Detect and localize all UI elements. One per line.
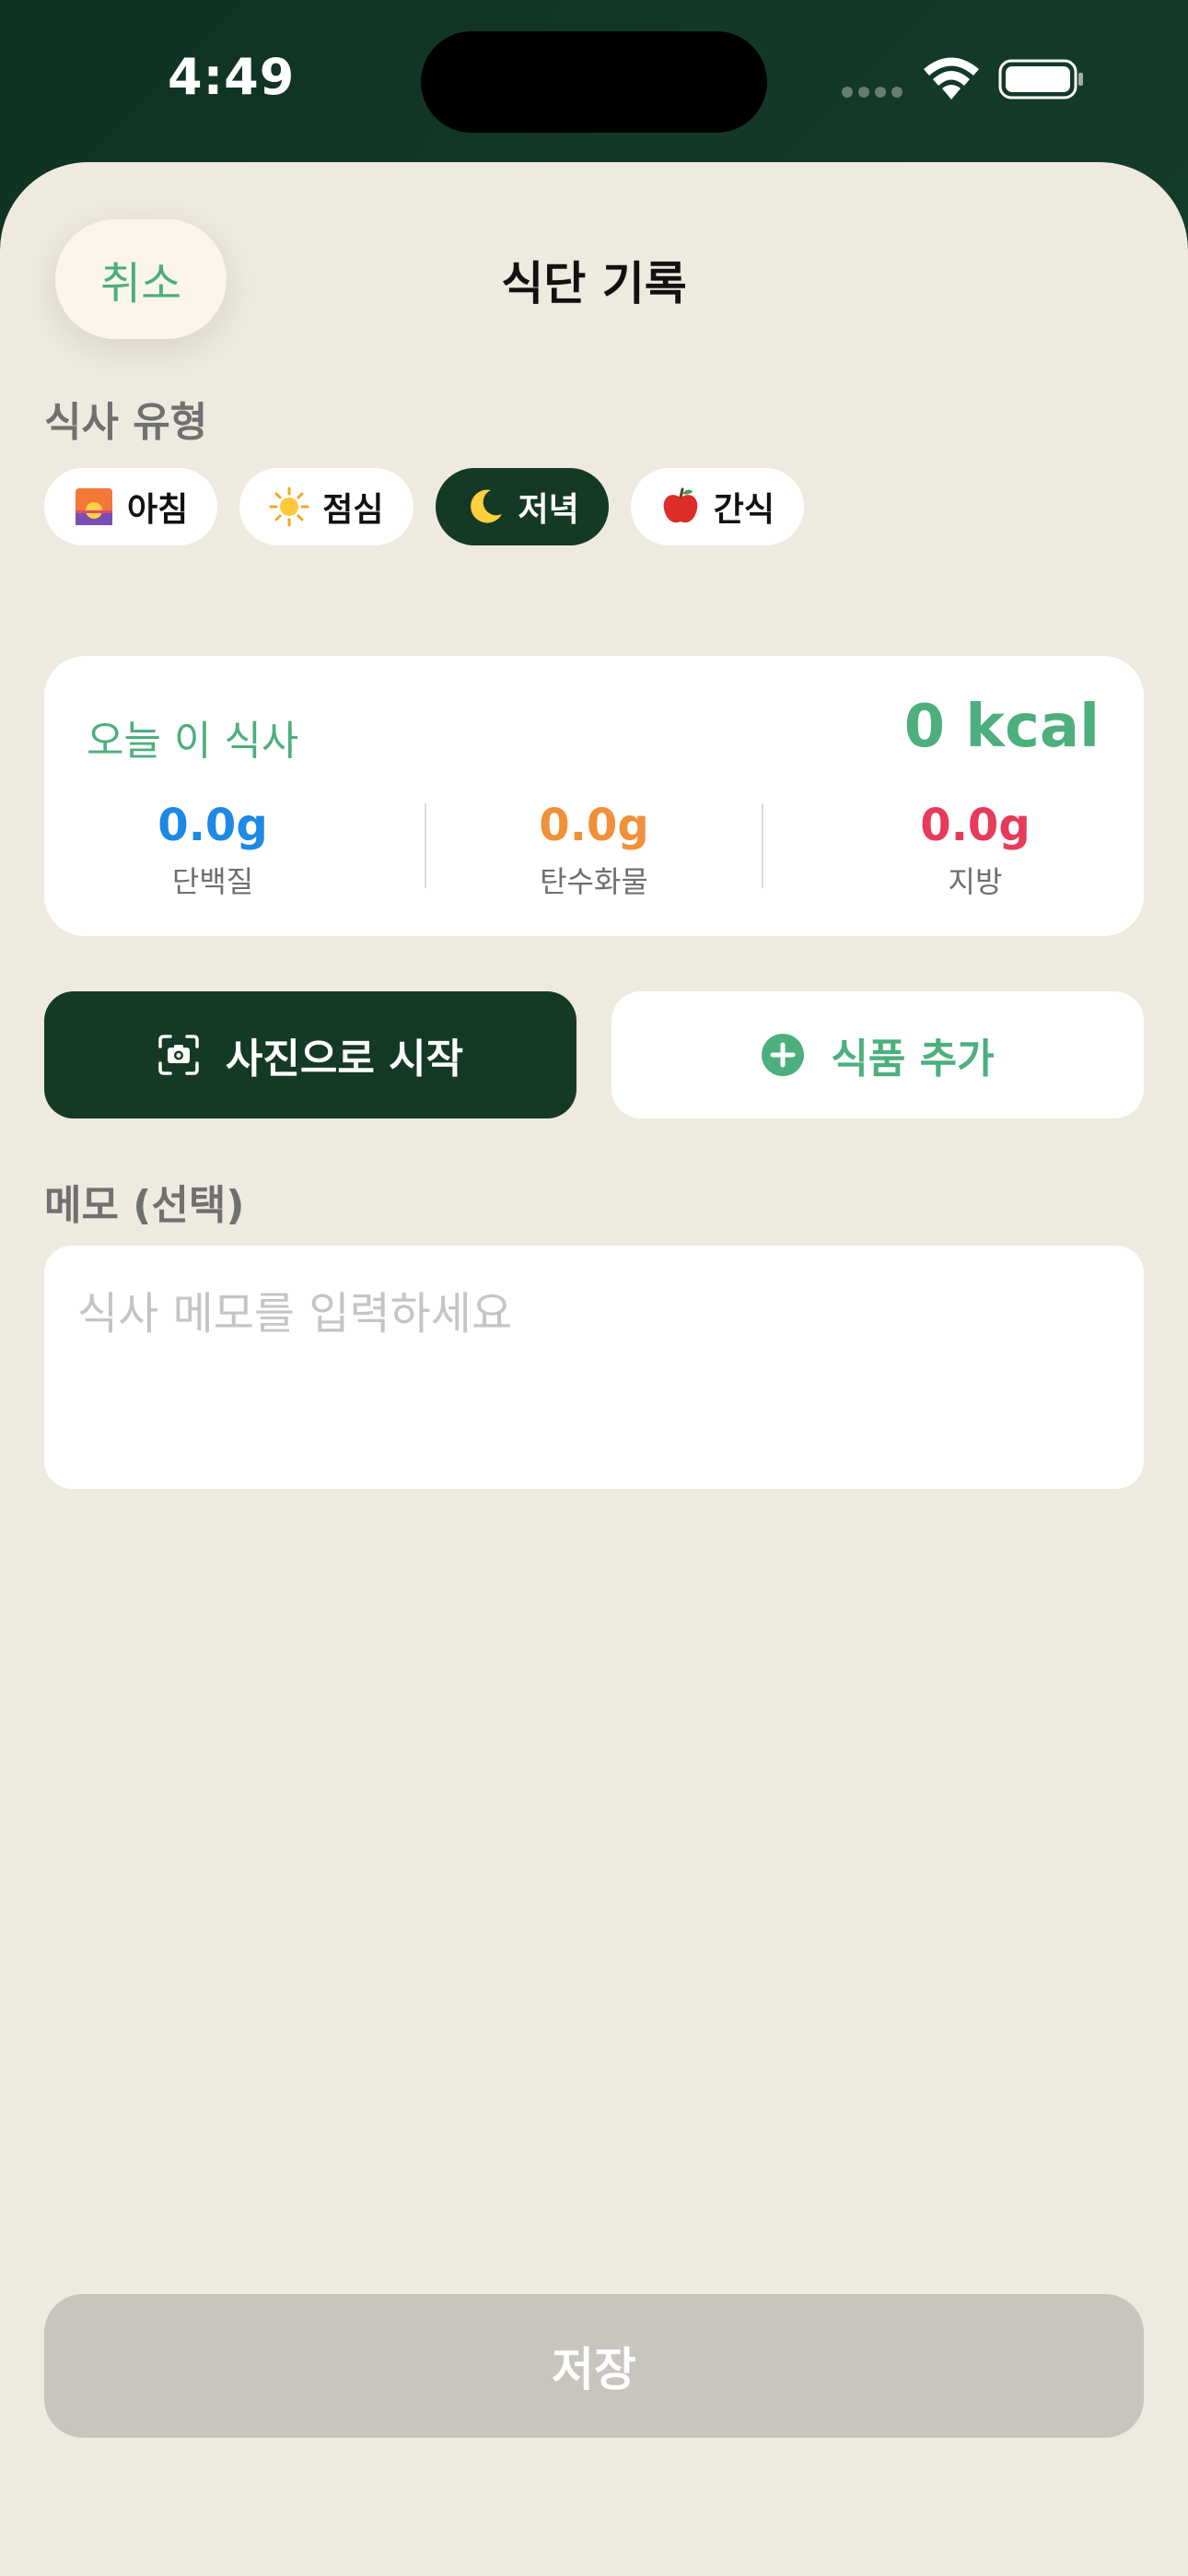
meal-type-lunch[interactable]: 점심 <box>239 468 413 545</box>
meal-type-breakfast[interactable]: 아침 <box>44 468 218 545</box>
start-with-photo-label: 사진으로 시작 <box>225 1036 464 1083</box>
battery-icon <box>998 59 1083 100</box>
page-title: 식단 기록 <box>501 257 687 310</box>
save-button[interactable]: 저장 <box>44 2294 1144 2438</box>
macro-protein: 0.0g 단백질 <box>44 800 381 901</box>
camera-scan-icon <box>158 1035 199 1075</box>
macro-divider <box>762 803 763 888</box>
macro-value: 0.0g <box>920 800 1031 851</box>
add-food-label: 식품 추가 <box>831 1036 995 1083</box>
dynamic-island <box>421 31 767 133</box>
meal-type-snack[interactable]: 간식 <box>630 468 804 545</box>
meal-type-label: 아침 <box>127 491 189 529</box>
macro-fat: 0.0g 지방 <box>807 800 1144 901</box>
status-time: 4:49 <box>168 48 296 106</box>
apple-icon <box>660 486 701 527</box>
plus-circle-icon <box>762 1034 805 1076</box>
meal-type-label: 식사 유형 <box>44 399 208 446</box>
meal-log-sheet: 취소 식단 기록 식사 유형 아침 점심 저녁 간식 오늘 이 식사 0 kca… <box>0 162 1188 2576</box>
moon-icon <box>465 486 506 527</box>
add-food-button[interactable]: 식품 추가 <box>611 991 1144 1118</box>
start-with-photo-button[interactable]: 사진으로 시작 <box>44 991 577 1118</box>
total-calories: 0 kcal <box>903 693 1100 761</box>
meal-type-label: 저녁 <box>518 491 579 529</box>
summary-title: 오늘 이 식사 <box>87 718 299 765</box>
wifi-icon <box>924 57 979 100</box>
cancel-button[interactable]: 취소 <box>55 219 227 339</box>
macro-divider <box>425 803 426 888</box>
memo-input[interactable] <box>44 1246 1144 1489</box>
meal-type-selector: 아침 점심 저녁 간식 <box>44 468 804 545</box>
status-bar: 4:49 <box>0 0 1188 162</box>
macro-value: 0.0g <box>157 800 268 851</box>
macro-label: 단백질 <box>171 864 254 899</box>
cellular-signal-icon <box>842 87 903 98</box>
meal-type-label: 점심 <box>322 491 384 529</box>
macro-label: 탄수화물 <box>540 864 648 899</box>
macro-carbs: 0.0g 탄수화물 <box>425 800 763 901</box>
meal-summary-card: 오늘 이 식사 0 kcal 0.0g 단백질 0.0g 탄수화물 0.0g 지… <box>44 656 1144 936</box>
sun-icon <box>269 486 309 527</box>
meal-type-label: 간식 <box>713 491 775 529</box>
memo-label: 메모 (선택) <box>44 1182 245 1229</box>
macro-value: 0.0g <box>539 800 649 851</box>
macro-label: 지방 <box>948 864 1003 899</box>
sunrise-icon <box>74 486 114 527</box>
meal-type-dinner[interactable]: 저녁 <box>435 468 609 545</box>
